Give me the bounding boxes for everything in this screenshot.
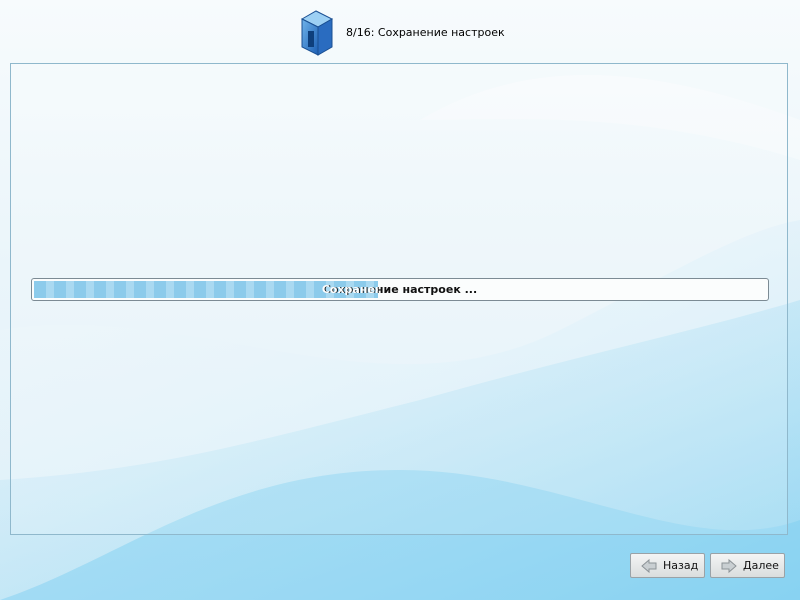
back-button-label: Назад: [663, 559, 699, 572]
next-button[interactable]: Далее: [710, 553, 785, 578]
page-title: 8/16: Сохранение настроек: [346, 26, 505, 39]
arrow-left-icon: [641, 558, 657, 573]
next-button-label: Далее: [743, 559, 779, 572]
installer-box-icon: [300, 10, 334, 56]
back-button[interactable]: Назад: [630, 553, 705, 578]
progress-label-overlay: Сохранение настроек ...: [34, 281, 378, 298]
header: 8/16: Сохранение настроек: [0, 0, 800, 64]
arrow-right-icon: [721, 558, 737, 573]
progress-bar: Сохранение настроек ... Сохранение настр…: [31, 278, 769, 301]
progress-label-inverse: Сохранение настроек ...: [321, 283, 378, 296]
